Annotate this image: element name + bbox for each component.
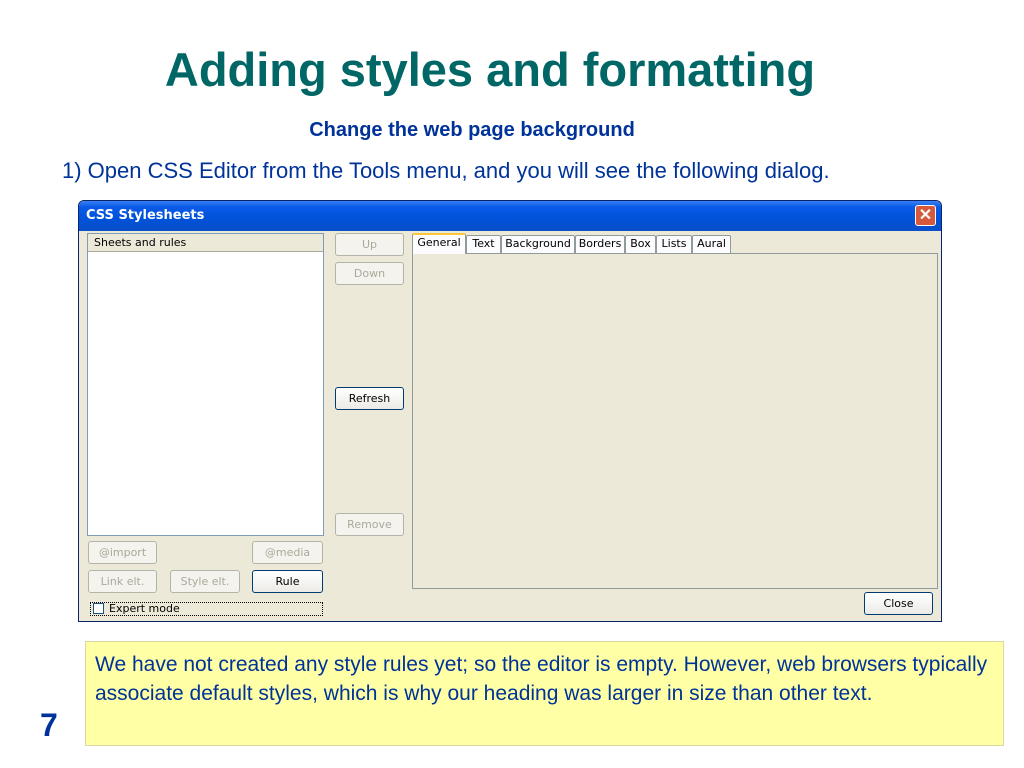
import-button[interactable]: @import <box>88 541 157 564</box>
slide-subtitle: Change the web page background <box>309 119 635 141</box>
refresh-button[interactable]: Refresh <box>335 387 404 410</box>
style-elt-button[interactable]: Style elt. <box>170 570 240 593</box>
page-number: 7 <box>40 707 58 743</box>
link-elt-button[interactable]: Link elt. <box>88 570 157 593</box>
rule-button[interactable]: Rule <box>252 570 323 593</box>
down-button[interactable]: Down <box>335 262 404 285</box>
close-icon[interactable]: ✕ <box>915 205 936 226</box>
explanation-note: We have not created any style rules yet;… <box>85 641 1004 746</box>
slide-title: Adding styles and formatting <box>164 43 816 96</box>
tab-text[interactable]: Text <box>466 235 501 253</box>
dialog-client-area: Sheets and rules Up Down Refresh Remove … <box>82 231 938 618</box>
dialog-title: CSS Stylesheets <box>86 208 205 223</box>
media-button[interactable]: @media <box>252 541 323 564</box>
sheets-rules-tree[interactable]: Sheets and rules <box>87 233 324 536</box>
dialog-titlebar[interactable]: CSS Stylesheets ✕ <box>79 201 941 231</box>
tab-borders[interactable]: Borders <box>575 235 625 253</box>
expert-mode-checkbox[interactable] <box>93 603 104 614</box>
tab-aural[interactable]: Aural <box>692 235 731 253</box>
remove-button[interactable]: Remove <box>335 513 404 536</box>
tab-general[interactable]: General <box>412 233 466 254</box>
general-tab-panel <box>412 253 938 589</box>
up-button[interactable]: Up <box>335 233 404 256</box>
tab-box[interactable]: Box <box>625 235 656 253</box>
css-stylesheets-dialog: CSS Stylesheets ✕ Sheets and rules Up Do… <box>78 200 942 622</box>
tab-background[interactable]: Background <box>501 235 575 253</box>
close-button[interactable]: Close <box>864 592 933 615</box>
tree-header: Sheets and rules <box>88 234 323 252</box>
expert-mode-label: Expert mode <box>109 602 180 615</box>
tab-lists[interactable]: Lists <box>656 235 692 253</box>
slide-instruction: 1) Open CSS Editor from the Tools menu, … <box>62 158 830 183</box>
expert-mode-checkbox-row[interactable]: Expert mode <box>90 602 323 616</box>
